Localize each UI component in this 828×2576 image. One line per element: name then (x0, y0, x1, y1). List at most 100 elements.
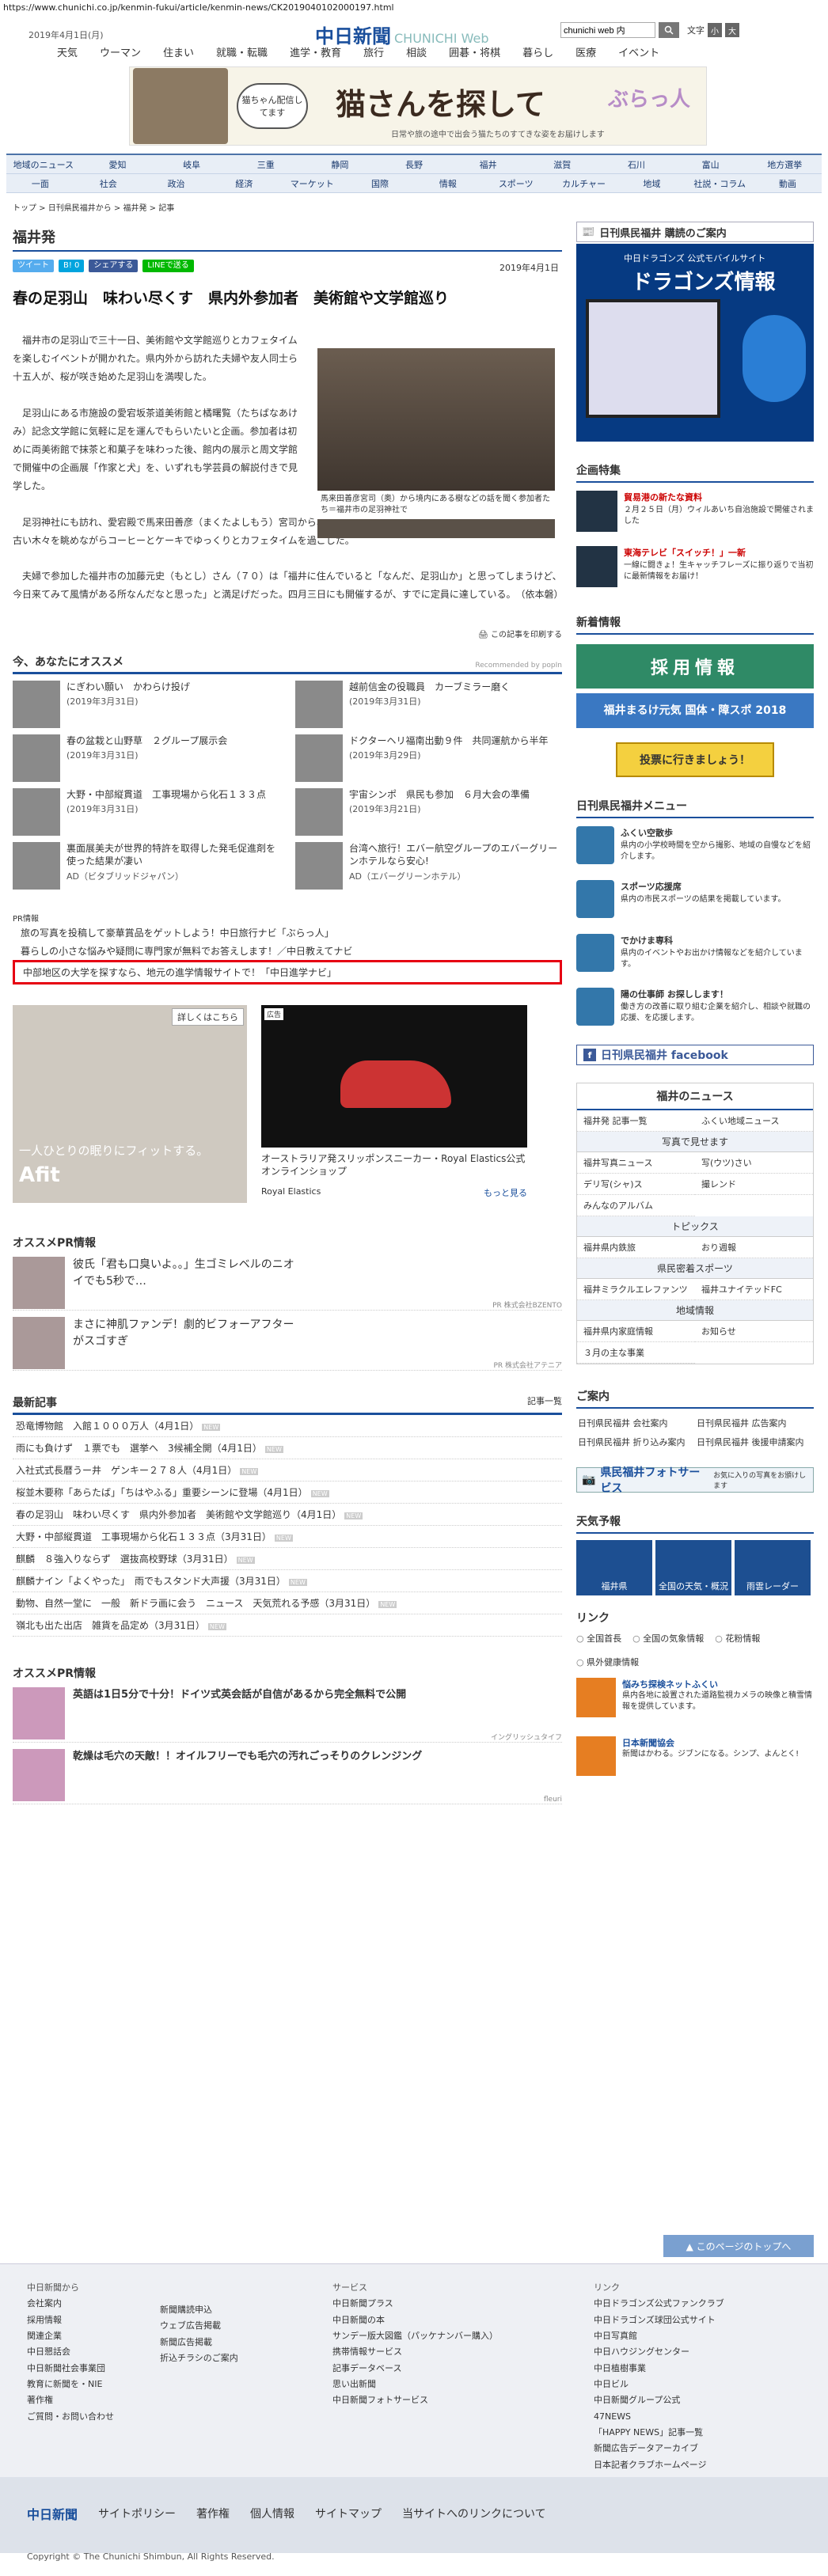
annai-link[interactable]: 日刊県民福井 折り込み案内 (576, 1432, 695, 1451)
oss-title[interactable]: まさに神肌ファンデ！劇的ビフォーアフターがスゴすぎ (73, 1317, 294, 1370)
footer-link[interactable]: ご質問・お問い合わせ (27, 2409, 114, 2425)
photo-service-banner[interactable]: 📷 県民福井フォトサービス お気に入りの写真をお頒けします (576, 1466, 814, 1495)
region-nav-item[interactable]: 静岡 (303, 158, 378, 171)
region-nav-item[interactable]: 地域 (617, 177, 686, 190)
footer-link[interactable]: 著作権 (27, 2392, 114, 2408)
ad-details-button[interactable]: 詳しくはこちら (172, 1007, 244, 1026)
recommend-item[interactable]: 宇宙シンポ 県民も参加 ６月大会の準備 (2019年3月21日) (295, 787, 562, 842)
footer-link[interactable]: 中日新聞社会事業団 (27, 2361, 114, 2377)
region-nav-item[interactable]: スポーツ (482, 177, 550, 190)
fukui-news-link[interactable]: ふくい地域ニュース (695, 1110, 813, 1132)
region-nav-item[interactable]: 石川 (599, 158, 674, 171)
latest-item[interactable]: 嶺北も出た出店 雑貨を品定め（3月31日） NEW (13, 1614, 562, 1637)
oss2-title[interactable]: 英語は1日5分で十分！ドイツ式英会話が自信があるから完全無料で公開 (73, 1687, 406, 1742)
site-logo[interactable]: 中日新聞 CHUNICHI Web (315, 21, 489, 48)
footer-link[interactable]: 思い出新聞 (332, 2377, 498, 2392)
pr-item[interactable]: 中部地区の大学を探すなら、地元の進学情報サイトで！「中日進学ナビ」 (13, 959, 562, 984)
latest-item[interactable]: 恐竜博物館 入館１０００万人（4月1日） NEW (13, 1415, 562, 1437)
region-nav-item[interactable]: カルチャー (550, 177, 618, 190)
menu-item[interactable]: でかけま専科 県内のイベントやお出かけ情報などを紹介しています。 (576, 934, 814, 980)
footer-link[interactable]: 日本記者クラブホームページ (594, 2457, 724, 2473)
saiyo-banner[interactable]: 採用情報 (576, 644, 814, 689)
latest-title[interactable]: 春の足羽山 味わい尽くす 県内外参加者 美術館や文学館巡り（4月1日） (16, 1509, 341, 1520)
oss2-item[interactable]: 英語は1日5分で十分！ドイツ式英会話が自信があるから完全無料で公開 イングリッシュ… (13, 1686, 562, 1743)
footer-nav-item[interactable]: 中日新聞 (27, 2504, 78, 2523)
region-nav-item[interactable]: 地域のニュース (6, 158, 81, 171)
footer-link[interactable]: 中日新聞フォトサービス (332, 2392, 498, 2408)
page-top-button[interactable]: ▲ このページのトップへ (663, 2235, 814, 2257)
url-bar[interactable]: https://www.chunichi.co.jp/kenmin-fukui/… (0, 0, 828, 17)
region-nav-item[interactable]: 岐阜 (154, 158, 229, 171)
gnav-item[interactable]: イベント (607, 43, 670, 62)
weather-link[interactable]: 雨雲レーダー (735, 1540, 811, 1595)
link-option[interactable]: 全国の気象情報 (632, 1632, 704, 1645)
latest-title[interactable]: 入社式式長暦うー井 ゲンキー２７８人（4月1日） (16, 1465, 237, 1476)
gnav-item[interactable]: 就職・転職 (205, 43, 279, 62)
link-banner-title[interactable]: 悩みち探検ネットふくい (622, 1678, 814, 1690)
latest-item[interactable]: 雨にも負けず １票でも 選挙へ 3候補全開（4月1日） NEW (13, 1437, 562, 1459)
latest-item[interactable]: 桜並木要称「あらたば」「ちはやふる」重要シーンに登場（4月1日） NEW (13, 1481, 562, 1504)
ad-image[interactable]: 広告 (261, 1004, 527, 1148)
region-nav-item[interactable]: 長野 (377, 158, 451, 171)
footer-link[interactable]: 折込チラシのご案内 (160, 2350, 238, 2366)
footer-link[interactable]: 中日ハウジングセンター (594, 2344, 724, 2360)
recommend-by[interactable]: Recommended by popIn (475, 662, 562, 670)
subscribe-banner[interactable]: 📰 日刊県民福井 購読のご案内 (576, 222, 814, 242)
latest-title[interactable]: 麒麟 ８強入りならず 選抜高校野球（3月31日） (16, 1554, 234, 1565)
menu-item[interactable]: ふくい空散歩 県内の小学校時間を空から撮影、地域の自慢などを紹介します。 (576, 826, 814, 872)
footer-link[interactable]: 新聞購読申込 (160, 2302, 238, 2318)
gnav-item[interactable]: 暮らし (511, 43, 564, 62)
region-nav-item[interactable]: マーケット (278, 177, 346, 190)
footer-link[interactable]: 携帯情報サービス (332, 2344, 498, 2360)
vote-banner[interactable]: 投票に行きましょう！ (616, 742, 774, 777)
afit-ad[interactable]: 詳しくはこちら 一人ひとりの眠りにフィットする。 Afit (13, 1004, 247, 1203)
recommend-item[interactable]: ドクターヘリ福南出動９件 共同運航から半年 (2019年3月29日) (295, 734, 562, 788)
region-nav-item[interactable]: 福井 (451, 158, 526, 171)
font-large-button[interactable]: 大 (725, 23, 739, 37)
fukui-news-link[interactable]: 福井写真ニュース (577, 1152, 695, 1174)
footer-nav-item[interactable]: 著作権 (196, 2506, 230, 2521)
fukui-news-link[interactable]: 福井ユナイテッドFC (695, 1279, 813, 1300)
article-photo[interactable]: 馬来田善彦宮司（奥）から境内にある樹などの話を聞く参加者たち＝福井市の足羽神社で (317, 348, 555, 538)
recommend-title[interactable]: ドクターヘリ福南出動９件 共同運航から半年 (349, 734, 549, 748)
latest-item[interactable]: 大野・中部縦貫道 工事現場から化石１３３点（3月31日） NEW (13, 1526, 562, 1548)
link-banner[interactable]: 日本新聞協会 新聞はかわる。ジブンになる。シンプ、よんとく! (576, 1736, 814, 1785)
footer-link[interactable]: 関連企業 (27, 2328, 114, 2344)
link-banner-title[interactable]: 日本新聞協会 (622, 1736, 799, 1749)
oss-title[interactable]: 彼氏「君も口臭いよ。。」生ゴミレベルのニオイでも5秒で… (73, 1257, 294, 1310)
royal-elastics-ad[interactable]: 広告 オーストラリア発スリッポンスニーカー・Royal Elastics公式オン… (261, 1004, 527, 1203)
recommend-item[interactable]: 裏面展美夫が世界的特許を取得した発毛促進剤を使った結果が凄い AD（ビタブリッドジ… (13, 841, 279, 896)
oss2-title[interactable]: 乾燥は毛穴の天敵！！オイルフリーでも毛穴の汚れごっそりのクレンジング (73, 1749, 422, 1804)
annai-link[interactable]: 日刊県民福井 会社案内 (576, 1413, 695, 1432)
kikaku-item[interactable]: 東海テレビ「スイッチ！」一新 一線に闘きょ！生キャッチフレーズに振り返りで当初に最… (576, 546, 814, 594)
latest-item[interactable]: 麒麟 ８強入りならず 選抜高校野球（3月31日） NEW (13, 1548, 562, 1570)
region-nav-item[interactable]: 情報 (414, 177, 482, 190)
print-link[interactable]: 🖨 この記事を印刷する (13, 628, 562, 639)
recommend-item[interactable]: にぎわい願い かわらけ投げ (2019年3月31日) (13, 680, 279, 734)
footer-link[interactable]: 「HAPPY NEWS」記事一覧 (594, 2425, 724, 2441)
oss-item[interactable]: まさに神肌ファンデ！劇的ビフォーアフターがスゴすぎ PR 株式会社アテニア (13, 1316, 562, 1371)
latest-item[interactable]: 春の足羽山 味わい尽くす 県内外参加者 美術館や文学館巡り（4月1日） NEW (13, 1504, 562, 1526)
ad-more-link[interactable]: もっと見る (484, 1186, 527, 1199)
pr-item[interactable]: 暮らしの小さな悩みや疑問に専門家が無料でお答えします！／中日教えてナビ (13, 942, 562, 960)
footer-nav-item[interactable]: サイトポリシー (98, 2506, 176, 2521)
recommend-item[interactable]: 春の盆栽と山野草 ２グループ展示会 (2019年3月31日) (13, 734, 279, 788)
article-list-link[interactable]: 記事一覧 (527, 1394, 562, 1410)
facebook-link[interactable]: f 日刊県民福井 facebook (576, 1045, 814, 1065)
region-nav-item[interactable]: 動画 (754, 177, 822, 190)
region-nav-item[interactable]: 富山 (674, 158, 748, 171)
hatena-button[interactable]: B! 0 (59, 260, 85, 272)
recommend-title[interactable]: にぎわい願い かわらけ投げ (66, 681, 190, 694)
region-nav-item[interactable]: 一面 (6, 177, 74, 190)
region-nav-item[interactable]: 社会 (74, 177, 142, 190)
region-nav-item[interactable]: 政治 (142, 177, 211, 190)
latest-title[interactable]: 恐竜博物館 入館１０００万人（4月1日） (16, 1421, 199, 1432)
recommend-title[interactable]: 春の盆栽と山野草 ２グループ展示会 (66, 734, 227, 748)
latest-item[interactable]: 動物、自然一堂に 一般 新ドラ画に会う ニュース 天気荒れる予感（3月31日） N… (13, 1592, 562, 1614)
region-nav-item[interactable]: 経済 (210, 177, 278, 190)
fukui-news-link[interactable]: 福井県内鉄旅 (577, 1237, 695, 1258)
footer-link[interactable]: 中日新聞プラス (332, 2296, 498, 2312)
latest-title[interactable]: 大野・中部縦貫道 工事現場から化石１３３点（3月31日） (16, 1531, 272, 1542)
search-button[interactable] (659, 22, 679, 38)
search-input[interactable] (560, 22, 655, 38)
